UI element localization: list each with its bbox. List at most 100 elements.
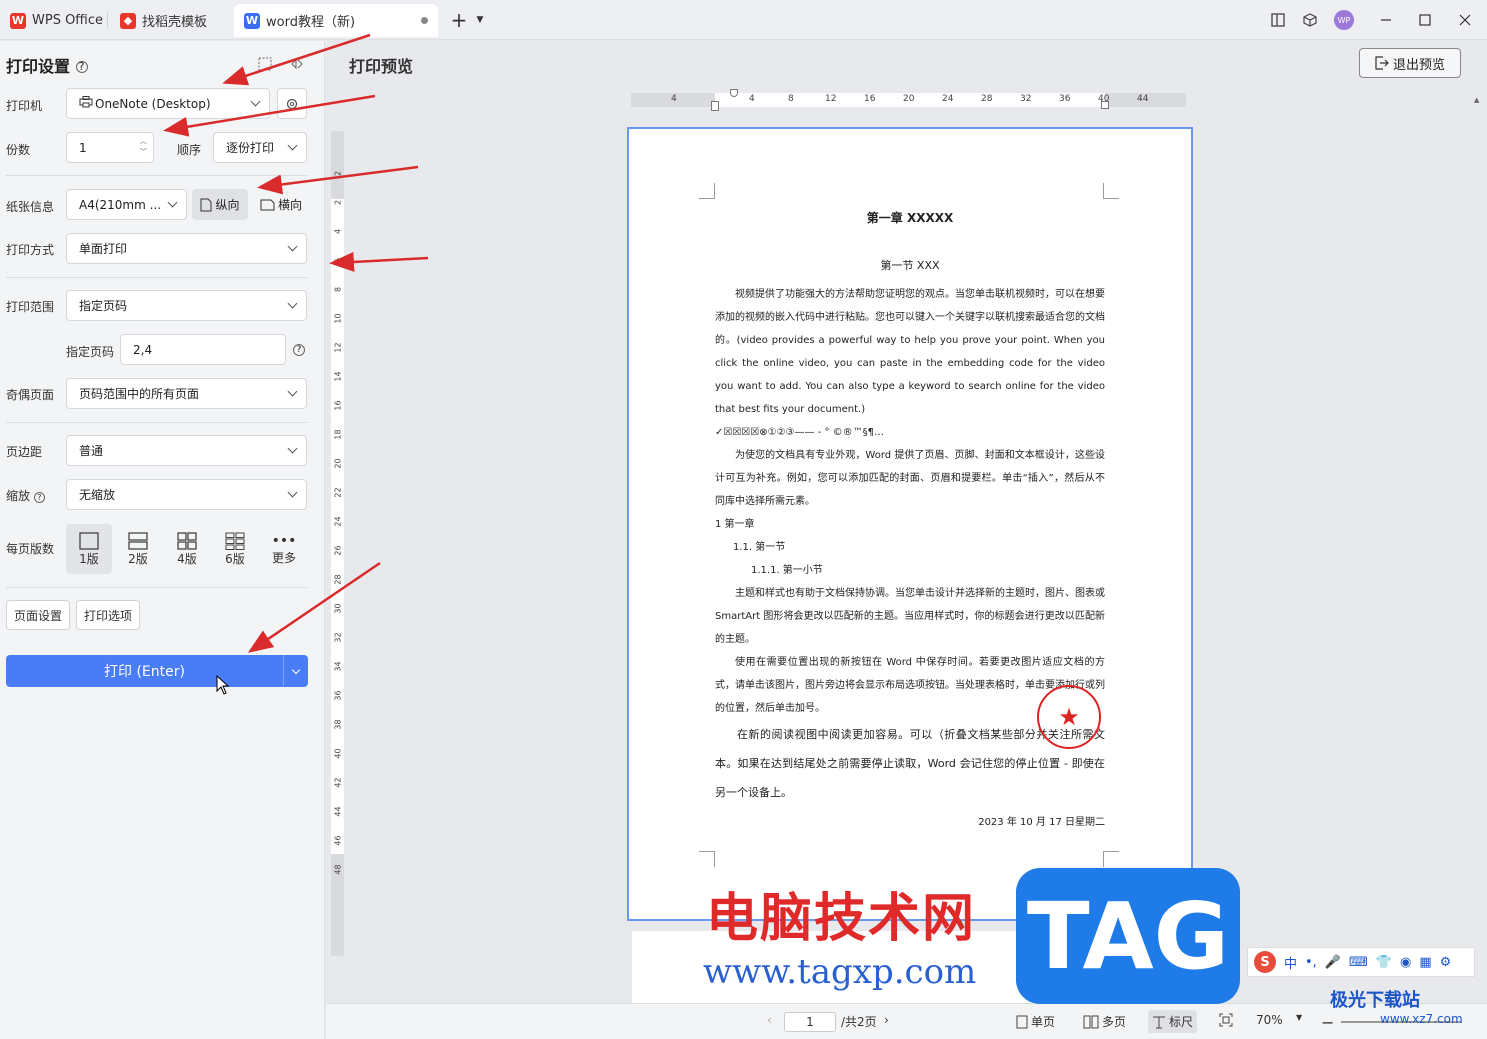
portrait-page-icon (200, 198, 212, 211)
chevron-down-icon (287, 386, 298, 397)
fit-page-icon[interactable] (1219, 1013, 1233, 1027)
page-numbers-value: 2,4 (133, 342, 153, 357)
copies-stepper[interactable]: 1 ︿ ﹀ (66, 132, 154, 163)
print-settings-panel: 打印设置 ? 打印机 OneNote (Desktop) 份数 1 ︿ ﹀ 顺序 … (0, 41, 325, 1039)
tab-list-chevron-icon[interactable]: ▼ (470, 10, 490, 30)
panel-pin-icon[interactable] (290, 57, 304, 75)
paper-size-select[interactable]: A4(210mm ... (66, 189, 187, 220)
print-mode-select[interactable]: 单面打印 (66, 233, 307, 264)
gamepad-icon[interactable]: ◉ (1400, 955, 1411, 970)
list-level-2: 1.1. 第一节 (733, 542, 786, 553)
ime-mode-label[interactable]: 中 (1284, 953, 1297, 972)
print-button[interactable]: 打印 (Enter) (6, 655, 283, 687)
crop-mark (1103, 851, 1119, 867)
layout-more-button[interactable]: ••• 更多 (261, 524, 307, 574)
printer-select[interactable]: OneNote (Desktop) (66, 88, 270, 119)
zoom-level[interactable]: 70% (1256, 1013, 1283, 1027)
settings-icon[interactable]: ⚙ (1440, 955, 1452, 970)
grid-icon[interactable]: ▦ (1419, 955, 1431, 970)
symbols-line: ✓☒☒☒☒⊗①②③—— - ° ©®™§¶… (715, 427, 885, 438)
chevron-down-icon (250, 96, 261, 107)
zoom-select[interactable]: 无缩放 (66, 479, 307, 510)
page-setup-button[interactable]: 页面设置 (6, 600, 70, 630)
watermark-text: 电脑技术网 (706, 889, 977, 949)
right-indent-marker-icon[interactable] (1101, 101, 1109, 109)
help-icon[interactable]: ? (33, 492, 45, 503)
portrait-button[interactable]: 纵向 (192, 189, 248, 220)
portrait-label: 纵向 (215, 198, 240, 212)
indent-marker-icon[interactable] (711, 101, 719, 111)
layout-4-button[interactable]: 4版 (164, 524, 210, 574)
ruler-tick: 28 (981, 94, 993, 104)
crop-mark (699, 183, 715, 199)
stepper-arrows-icon[interactable]: ︿ ﹀ (140, 136, 147, 158)
vruler-tick: 6 (333, 257, 343, 264)
keyboard-icon[interactable]: ⌨ (1349, 955, 1368, 970)
ruler-tick: 16 (864, 94, 876, 104)
tab-modified-dot-icon[interactable] (421, 17, 428, 24)
vruler-tick: 14 (333, 371, 343, 382)
tab-word-tutorial[interactable]: W word教程（新) (234, 4, 438, 37)
multi-page-button[interactable]: 多页 (1083, 1013, 1126, 1030)
print-options-button[interactable]: 打印选项 (76, 600, 140, 630)
chapter-heading: 第一章 XXXXX (866, 211, 954, 225)
single-page-button[interactable]: 单页 (1016, 1013, 1055, 1030)
printer-properties-button[interactable] (277, 88, 307, 119)
layout-2-button[interactable]: 2版 (115, 524, 161, 574)
minimize-icon[interactable] (1376, 10, 1396, 30)
landscape-button[interactable]: 横向 (254, 189, 308, 220)
punctuation-icon[interactable]: •, (1305, 955, 1317, 970)
horizontal-ruler[interactable]: 4 4 8 12 16 20 24 28 32 36 40 44 (631, 89, 1186, 111)
watermark-url: www.tagxp.com (703, 952, 977, 992)
cube-icon[interactable] (1300, 10, 1320, 30)
order-select[interactable]: 逐份打印 (213, 132, 307, 163)
preview-scrollbar[interactable]: ▲ (1474, 96, 1482, 996)
tab-label: word教程（新) (266, 15, 356, 30)
vertical-ruler[interactable]: 2 2 4 6 8 10 12 14 16 18 20 22 24 26 28 30 32 34 36 38 40 42 4… (331, 131, 344, 956)
crop-mark (699, 851, 715, 867)
page-numbers-input[interactable]: 2,4 (120, 334, 286, 365)
chevron-down-icon (287, 443, 298, 454)
ruler-toggle-button[interactable]: 标尺 (1148, 1010, 1198, 1033)
ime-toolbar[interactable]: S 中 •, 🎤 ⌨ 👕 ◉ ▦ ⚙ (1247, 947, 1475, 977)
print-range-select[interactable]: 指定页码 (66, 290, 307, 321)
print-range-value: 指定页码 (79, 299, 128, 313)
tab-templates[interactable]: ◆ 找稻壳模板 (110, 4, 217, 37)
margin-value: 普通 (79, 444, 104, 458)
page-numbers-help-icon[interactable]: ? (293, 344, 305, 356)
print-dropdown-button[interactable] (283, 655, 308, 687)
panel-layout-icon[interactable] (258, 57, 272, 75)
odd-even-select[interactable]: 页码范围中的所有页面 (66, 378, 307, 409)
page-number-input[interactable]: 1 (784, 1012, 836, 1032)
close-icon[interactable] (1455, 10, 1475, 30)
odd-even-value: 页码范围中的所有页面 (79, 387, 200, 401)
first-line-marker-icon[interactable] (730, 89, 738, 97)
site-watermark-url: www.xz7.com (1380, 1012, 1463, 1026)
new-tab-plus-icon[interactable]: + (449, 8, 469, 32)
vruler-tick: 40 (333, 748, 343, 759)
skin-icon[interactable]: 👕 (1376, 955, 1392, 970)
layout-label: 2版 (128, 551, 148, 566)
status-bar: ‹ 1 /共2页 › 单页 多页 标尺 70% ▼ − (326, 1003, 1487, 1039)
zoom-out-icon[interactable]: − (1321, 1013, 1334, 1032)
microphone-icon[interactable]: 🎤 (1325, 955, 1341, 970)
single-page-label: 单页 (1031, 1015, 1056, 1029)
scroll-up-icon[interactable]: ▲ (1474, 96, 1479, 104)
vruler-tick: 2 (333, 170, 343, 177)
exit-preview-button[interactable]: 退出预览 (1359, 48, 1461, 78)
zoom-chevron-icon[interactable]: ▼ (1296, 1013, 1302, 1022)
next-page-icon[interactable]: › (884, 1013, 889, 1027)
tab-wps-office[interactable]: W WPS Office (0, 4, 113, 37)
vruler-tick: 26 (333, 545, 343, 556)
divider (6, 175, 307, 176)
layout-6-button[interactable]: 6版 (212, 524, 258, 574)
maximize-icon[interactable] (1415, 10, 1435, 30)
prev-page-icon[interactable]: ‹ (767, 1013, 772, 1027)
layout-1-button[interactable]: 1版 (66, 524, 112, 574)
avatar[interactable]: WP (1334, 10, 1354, 30)
sidebar-toggle-icon[interactable] (1268, 10, 1288, 30)
ruler-tick: 24 (942, 94, 954, 104)
vruler-tick: 4 (333, 228, 343, 235)
help-icon[interactable]: ? (75, 61, 88, 73)
margin-select[interactable]: 普通 (66, 435, 307, 466)
